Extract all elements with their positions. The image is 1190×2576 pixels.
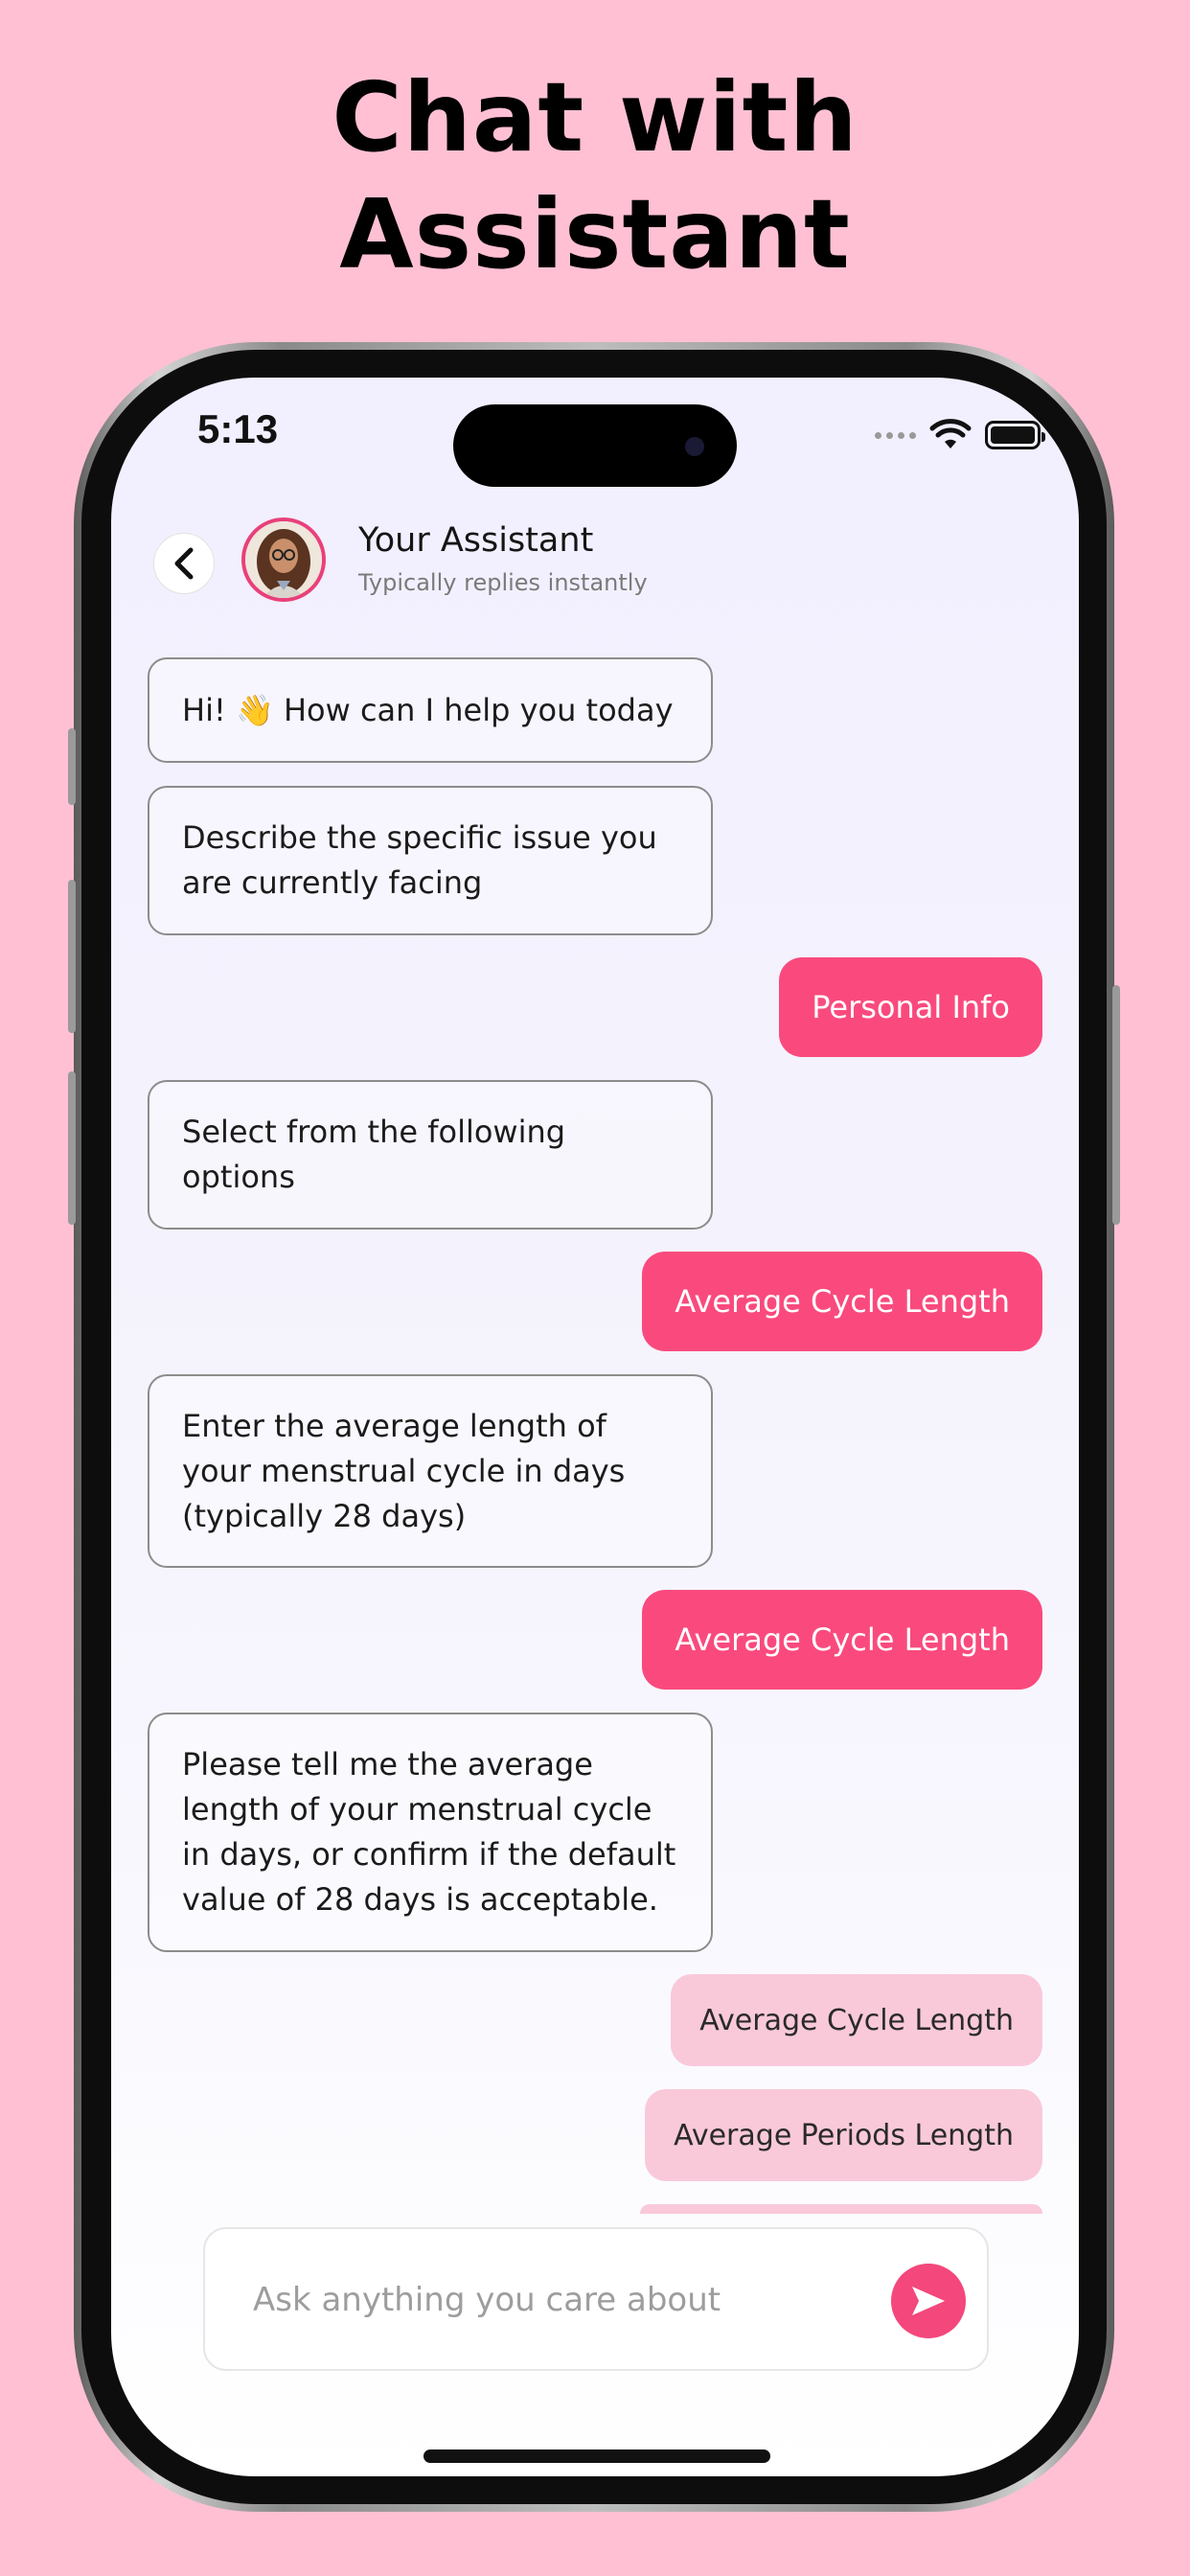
bot-message-text: Hi! 👋 How can I help you today xyxy=(182,691,674,728)
promo-headline: Chat with Assistant xyxy=(0,59,1190,293)
quick-reply-option[interactable]: Average Periods Length xyxy=(645,2089,1042,2181)
bot-message: Please tell me the average length of you… xyxy=(148,1713,713,1952)
bot-message-text: Enter the average length of your menstru… xyxy=(182,1407,626,1534)
message-input-container xyxy=(203,2227,989,2371)
status-time: 5:13 xyxy=(197,406,279,451)
bot-message: Describe the specific issue you are curr… xyxy=(148,786,713,935)
bot-message: Select from the following options xyxy=(148,1080,713,1230)
user-message: Personal Info xyxy=(779,957,1042,1057)
back-button[interactable] xyxy=(153,533,215,594)
phone-screen: 5:13 Your Assistant Typically replies in… xyxy=(111,378,1079,2476)
action-button xyxy=(68,728,76,805)
assistant-portrait-icon xyxy=(245,521,322,598)
user-message-text: Average Cycle Length xyxy=(675,1283,1010,1320)
quick-reply-label: Average Periods Length xyxy=(674,2118,1014,2152)
bot-message: Enter the average length of your menstru… xyxy=(148,1374,713,1568)
chat-header: Your Assistant Typically replies instant… xyxy=(111,510,1079,615)
battery-icon xyxy=(985,421,1045,449)
cellular-signal-icon xyxy=(875,431,916,439)
bot-message-text: Select from the following options xyxy=(182,1114,566,1195)
user-message: Average Cycle Length xyxy=(642,1252,1042,1351)
quick-reply-option-partial xyxy=(640,2204,1042,2214)
quick-reply-option[interactable]: Average Cycle Length xyxy=(671,1974,1042,2066)
volume-down-button xyxy=(68,1071,76,1225)
power-button xyxy=(1112,985,1120,1225)
quick-reply-label: Average Cycle Length xyxy=(699,2003,1014,2037)
user-message-text: Personal Info xyxy=(812,989,1010,1025)
bot-message-text: Please tell me the average length of you… xyxy=(182,1746,676,1918)
chevron-left-icon xyxy=(174,547,194,580)
wifi-icon xyxy=(929,419,972,448)
assistant-status: Typically replies instantly xyxy=(358,569,648,596)
headline-line-1: Chat with xyxy=(332,61,858,173)
assistant-name: Your Assistant xyxy=(358,521,594,560)
volume-up-button xyxy=(68,880,76,1033)
send-icon xyxy=(912,2287,945,2315)
bot-message: Hi! 👋 How can I help you today xyxy=(148,657,713,763)
user-message-text: Average Cycle Length xyxy=(675,1622,1010,1658)
headline-line-2: Assistant xyxy=(339,178,851,290)
send-button[interactable] xyxy=(891,2264,966,2338)
dynamic-island xyxy=(453,404,737,487)
user-message: Average Cycle Length xyxy=(642,1590,1042,1690)
message-input[interactable] xyxy=(251,2266,830,2334)
assistant-avatar xyxy=(241,518,326,602)
bot-message-text: Describe the specific issue you are curr… xyxy=(182,819,657,901)
status-icons xyxy=(875,416,1045,454)
home-indicator xyxy=(423,2450,770,2463)
